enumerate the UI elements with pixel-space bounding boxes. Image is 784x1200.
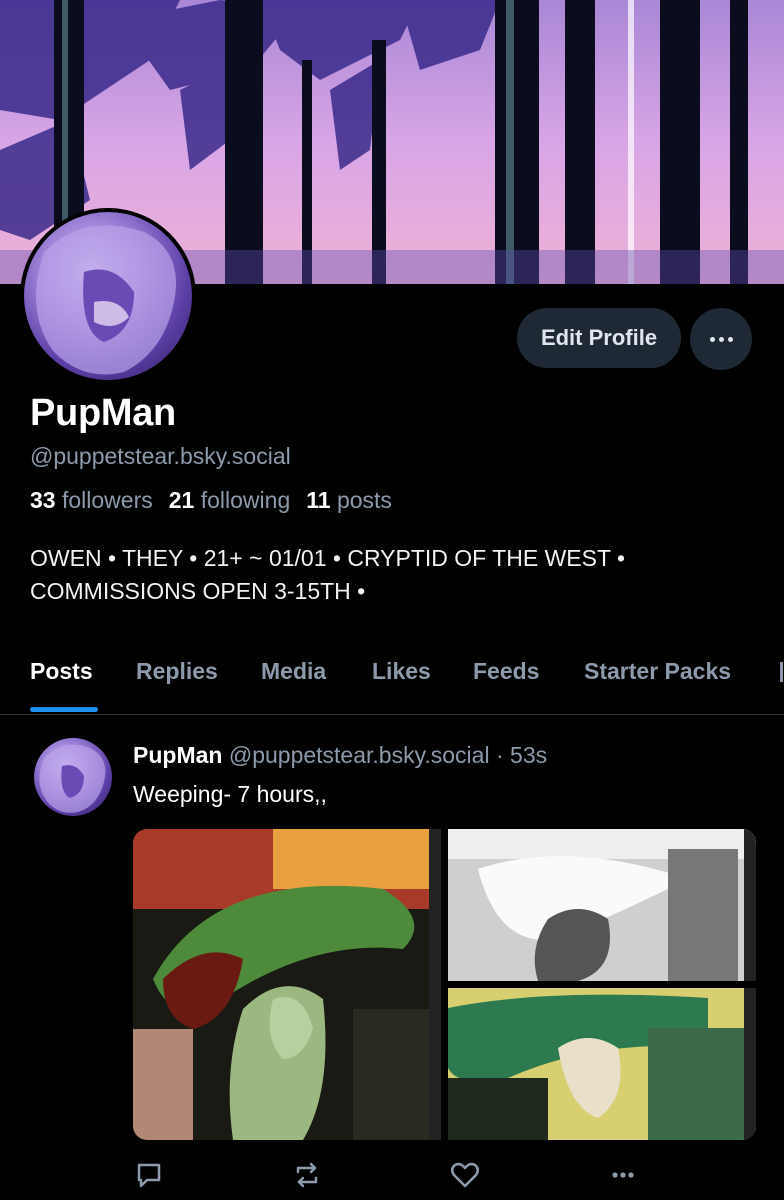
post-header: PupMan @puppetstear.bsky.social · 53s [133,742,547,769]
tab-overflow[interactable] [780,662,783,682]
post-timestamp[interactable]: 53s [510,742,547,768]
profile-tabs: Posts Replies Media Likes Feeds Starter … [0,640,784,715]
profile-bio: OWEN • THEY • 21+ ~ 01/01 • CRYPTID OF T… [30,542,750,608]
tab-starter-packs[interactable]: Starter Packs [584,658,731,685]
post-author-handle[interactable]: @puppetstear.bsky.social [229,742,490,768]
post-media-grid [133,829,756,1140]
post-image[interactable] [448,988,756,1140]
post-image[interactable] [448,829,756,981]
tab-posts[interactable]: Posts [30,658,93,685]
edit-profile-button[interactable]: Edit Profile [517,308,681,368]
post-author-avatar[interactable] [34,738,112,816]
profile-more-button[interactable] [690,308,752,370]
active-tab-indicator [30,707,98,712]
display-name: PupMan [30,392,176,434]
posts-label: posts [336,487,392,513]
like-icon[interactable] [448,1158,482,1192]
tab-replies[interactable]: Replies [136,658,218,685]
ellipsis-icon [709,336,733,342]
followers-label: followers [61,487,153,513]
repost-icon[interactable] [290,1158,324,1192]
post-text: Weeping- 7 hours,, [133,781,327,807]
followers-count: 33 [30,487,56,513]
profile-stats: 33 followers 21 following 11 posts [30,487,392,514]
tab-feeds[interactable]: Feeds [473,658,539,685]
following-count: 21 [168,487,195,513]
profile-handle: @puppetstear.bsky.social [30,443,291,469]
reply-icon[interactable] [132,1158,166,1192]
more-icon[interactable] [606,1158,640,1192]
bio-line: OWEN • THEY • 21+ ~ 01/01 • CRYPTID OF T… [30,545,626,571]
post-author-name[interactable]: PupMan [133,742,222,768]
profile-avatar[interactable] [24,212,192,380]
tab-media[interactable]: Media [261,658,326,685]
post-separator: · [495,742,504,768]
posts-stat: 11 posts [306,487,392,514]
following-label: following [200,487,291,513]
post-image[interactable] [133,829,441,1140]
followers-stat[interactable]: 33 followers [30,487,153,514]
profile-avatar-frame [20,208,196,384]
following-stat[interactable]: 21 following [169,487,290,514]
posts-count: 11 [306,487,331,513]
bio-line: COMMISSIONS OPEN 3-15TH • [30,578,366,604]
tab-likes[interactable]: Likes [372,658,431,685]
